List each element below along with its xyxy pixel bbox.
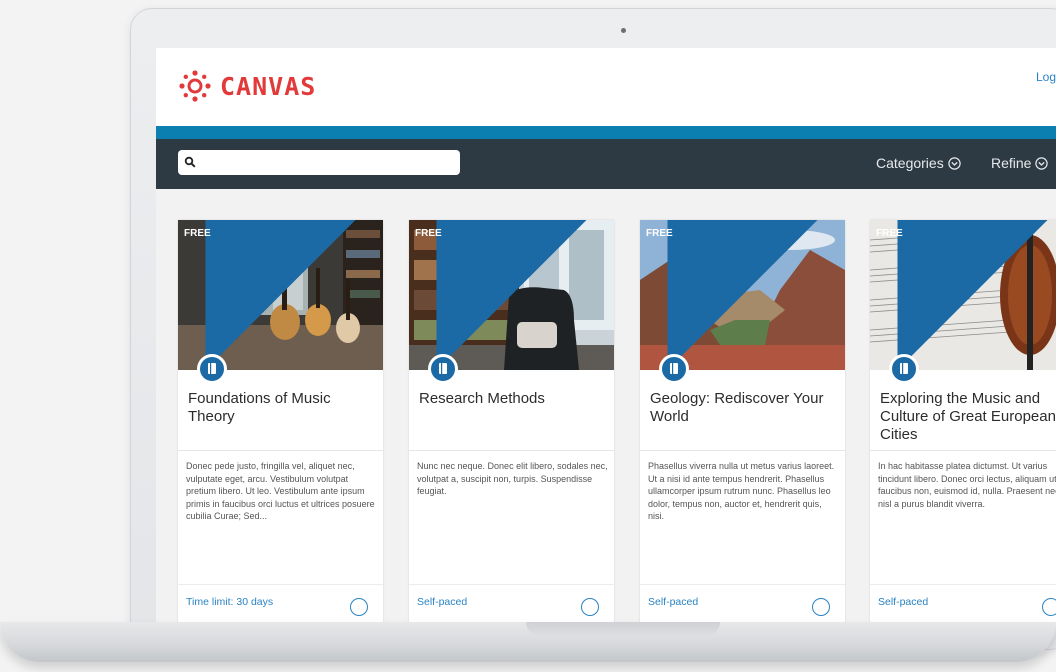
divider	[870, 584, 1056, 585]
categories-dropdown[interactable]: Categories	[876, 155, 961, 171]
screen: CANVAS Log Categories Refine FREE Founda…	[156, 48, 1056, 623]
accent-band	[156, 126, 1056, 139]
canvas-logo[interactable]: CANVAS	[178, 68, 316, 104]
course-image-music-room: FREE	[178, 220, 383, 370]
free-badge-label: FREE	[415, 228, 442, 239]
divider	[640, 450, 845, 451]
arrow-right-icon[interactable]	[1042, 598, 1056, 616]
divider	[409, 450, 614, 451]
free-badge	[205, 220, 356, 370]
login-link[interactable]: Log	[1036, 70, 1056, 84]
free-badge-label: FREE	[184, 228, 211, 239]
course-description: Nunc nec neque. Donec elit libero, sodal…	[417, 461, 608, 496]
header: CANVAS Log	[156, 48, 1056, 126]
course-title[interactable]: Geology: Rediscover Your World	[650, 390, 838, 426]
course-card[interactable]: FREE Foundations of Music Theory Donec p…	[178, 220, 383, 623]
course-title[interactable]: Exploring the Music and Culture of Great…	[880, 390, 1056, 444]
free-badge-label: FREE	[646, 228, 673, 239]
course-pacing: Self-paced	[648, 596, 699, 608]
divider	[178, 584, 383, 585]
course-image-sheet-music: FREE	[870, 220, 1056, 370]
book-icon	[197, 354, 227, 384]
course-pacing: Self-paced	[878, 596, 929, 608]
search-icon	[184, 156, 196, 168]
refine-label: Refine	[991, 155, 1032, 171]
book-icon	[889, 354, 919, 384]
course-description: Donec pede justo, fringilla vel, aliquet…	[186, 461, 375, 521]
course-catalog: FREE Foundations of Music Theory Donec p…	[156, 189, 1056, 623]
divider	[409, 584, 614, 585]
refine-dropdown[interactable]: Refine	[991, 155, 1049, 171]
book-icon	[659, 354, 689, 384]
divider	[178, 450, 383, 451]
course-card[interactable]: FREE Research Methods Nunc nec neque. Do…	[409, 220, 614, 623]
course-card[interactable]: FREE Geology: Rediscover Your World Phas…	[640, 220, 845, 623]
chevron-down-icon	[948, 156, 961, 170]
laptop-notch	[526, 622, 720, 636]
course-title[interactable]: Research Methods	[419, 390, 607, 408]
course-card[interactable]: FREE Exploring the Music and Culture of …	[870, 220, 1056, 623]
course-pacing: Time limit: 30 days	[186, 596, 274, 608]
course-description: In hac habitasse platea dictumst. Ut var…	[878, 461, 1056, 509]
divider	[870, 450, 1056, 451]
course-description: Phasellus viverra nulla ut metus varius …	[648, 461, 835, 521]
logo-text: CANVAS	[220, 71, 317, 101]
book-icon	[428, 354, 458, 384]
arrow-right-icon[interactable]	[350, 598, 368, 616]
webcam	[621, 28, 626, 33]
categories-label: Categories	[876, 155, 944, 171]
arrow-right-icon[interactable]	[581, 598, 599, 616]
free-badge-label: FREE	[876, 228, 903, 239]
free-badge	[667, 220, 818, 370]
course-title[interactable]: Foundations of Music Theory	[188, 390, 376, 426]
canvas-logo-icon	[179, 70, 211, 102]
course-image-library: FREE	[409, 220, 614, 370]
course-pacing: Self-paced	[417, 596, 468, 608]
free-badge	[897, 220, 1048, 370]
arrow-right-icon[interactable]	[812, 598, 830, 616]
divider	[640, 584, 845, 585]
search-input[interactable]	[178, 150, 460, 175]
chevron-down-icon	[1035, 156, 1049, 170]
course-image-canyon: FREE	[640, 220, 845, 370]
toolbar: Categories Refine	[156, 139, 1056, 189]
free-badge	[436, 220, 587, 370]
